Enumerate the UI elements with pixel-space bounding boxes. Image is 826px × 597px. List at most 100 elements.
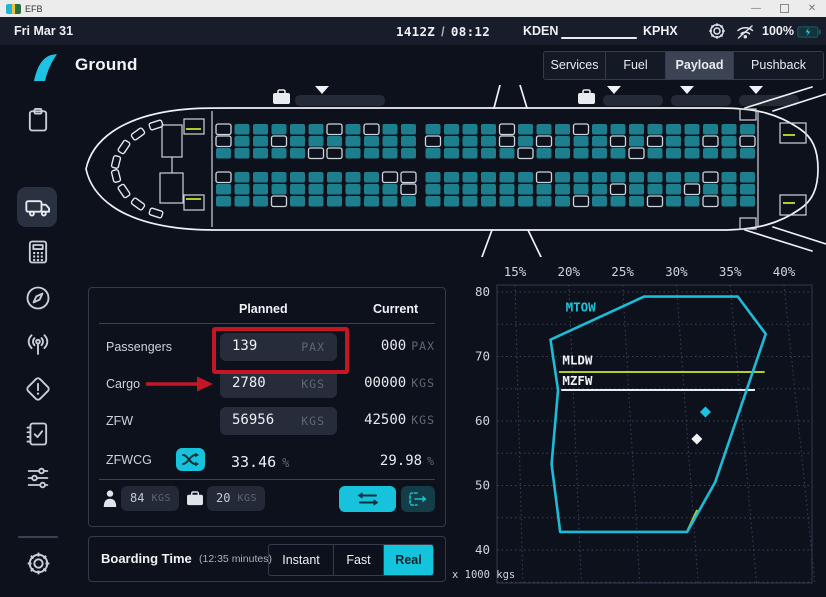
seat-occupied[interactable] (481, 172, 496, 183)
seat-occupied[interactable] (383, 124, 398, 135)
seat-occupied[interactable] (703, 184, 718, 195)
seat-occupied[interactable] (290, 172, 305, 183)
seat-occupied[interactable] (740, 184, 755, 195)
seat-empty[interactable] (703, 136, 718, 147)
seat-occupied[interactable] (500, 196, 515, 207)
seat-empty[interactable] (216, 124, 231, 135)
seat-occupied[interactable] (463, 196, 478, 207)
seat-occupied[interactable] (592, 184, 607, 195)
seat-occupied[interactable] (383, 148, 398, 159)
seat-occupied[interactable] (364, 172, 379, 183)
seat-occupied[interactable] (463, 172, 478, 183)
maximize-button[interactable] (770, 0, 798, 17)
seat-empty[interactable] (703, 196, 718, 207)
seat-occupied[interactable] (346, 124, 361, 135)
seat-occupied[interactable] (444, 136, 459, 147)
seat-occupied[interactable] (537, 184, 552, 195)
seat-occupied[interactable] (364, 196, 379, 207)
seat-occupied[interactable] (574, 172, 589, 183)
seat-occupied[interactable] (309, 172, 324, 183)
seat-occupied[interactable] (272, 124, 287, 135)
seat-occupied[interactable] (666, 184, 681, 195)
seat-occupied[interactable] (555, 172, 570, 183)
seat-occupied[interactable] (629, 124, 644, 135)
seat-occupied[interactable] (574, 148, 589, 159)
seat-occupied[interactable] (327, 172, 342, 183)
seat-occupied[interactable] (327, 184, 342, 195)
seat-occupied[interactable] (309, 136, 324, 147)
seat-occupied[interactable] (253, 124, 268, 135)
seat-occupied[interactable] (740, 148, 755, 159)
seat-occupied[interactable] (216, 196, 231, 207)
seat-occupied[interactable] (346, 172, 361, 183)
seat-occupied[interactable] (685, 196, 700, 207)
seat-occupied[interactable] (481, 136, 496, 147)
seat-occupied[interactable] (740, 196, 755, 207)
seat-occupied[interactable] (574, 184, 589, 195)
seat-occupied[interactable] (500, 148, 515, 159)
seat-occupied[interactable] (401, 136, 416, 147)
seat-empty[interactable] (426, 136, 441, 147)
seat-occupied[interactable] (592, 148, 607, 159)
seat-occupied[interactable] (537, 196, 552, 207)
seat-occupied[interactable] (537, 124, 552, 135)
seat-empty[interactable] (740, 136, 755, 147)
tab-fuel[interactable]: Fuel (606, 52, 666, 79)
seat-occupied[interactable] (629, 196, 644, 207)
seat-occupied[interactable] (346, 184, 361, 195)
seat-occupied[interactable] (346, 136, 361, 147)
seat-occupied[interactable] (740, 172, 755, 183)
seat-occupied[interactable] (444, 172, 459, 183)
seat-occupied[interactable] (444, 184, 459, 195)
cargo-planned-input[interactable]: 2780 KGS (220, 370, 337, 398)
seat-occupied[interactable] (592, 172, 607, 183)
seat-occupied[interactable] (253, 184, 268, 195)
sidebar-item-settings[interactable] (26, 551, 51, 581)
seat-occupied[interactable] (463, 148, 478, 159)
seat-occupied[interactable] (253, 196, 268, 207)
sidebar-item-options-sliders[interactable] (24, 464, 52, 492)
seat-empty[interactable] (685, 184, 700, 195)
seat-occupied[interactable] (327, 196, 342, 207)
seat-occupied[interactable] (383, 196, 398, 207)
seat-occupied[interactable] (592, 136, 607, 147)
boarding-mode-fast[interactable]: Fast (334, 545, 384, 575)
seat-occupied[interactable] (346, 196, 361, 207)
seat-occupied[interactable] (722, 172, 737, 183)
seat-occupied[interactable] (327, 136, 342, 147)
seat-empty[interactable] (216, 136, 231, 147)
seat-occupied[interactable] (648, 124, 663, 135)
seat-occupied[interactable] (309, 196, 324, 207)
seat-occupied[interactable] (290, 148, 305, 159)
seat-empty[interactable] (500, 136, 515, 147)
seat-occupied[interactable] (722, 196, 737, 207)
seat-occupied[interactable] (518, 196, 533, 207)
seat-occupied[interactable] (463, 136, 478, 147)
seat-occupied[interactable] (216, 148, 231, 159)
seat-occupied[interactable] (611, 172, 626, 183)
seat-occupied[interactable] (537, 148, 552, 159)
seat-occupied[interactable] (253, 136, 268, 147)
seat-occupied[interactable] (555, 196, 570, 207)
seat-empty[interactable] (629, 148, 644, 159)
seat-occupied[interactable] (666, 124, 681, 135)
seat-occupied[interactable] (574, 136, 589, 147)
seat-occupied[interactable] (500, 172, 515, 183)
seat-occupied[interactable] (518, 172, 533, 183)
pax-weight-input[interactable]: 84 KGS (121, 486, 179, 511)
seat-occupied[interactable] (426, 172, 441, 183)
seat-occupied[interactable] (518, 184, 533, 195)
minimize-button[interactable]: — (742, 0, 770, 17)
seat-occupied[interactable] (740, 124, 755, 135)
seat-occupied[interactable] (253, 148, 268, 159)
close-button[interactable]: ✕ (798, 0, 826, 17)
seat-occupied[interactable] (629, 184, 644, 195)
seat-occupied[interactable] (611, 124, 626, 135)
seat-occupied[interactable] (426, 124, 441, 135)
seat-occupied[interactable] (555, 136, 570, 147)
tab-payload[interactable]: Payload (666, 52, 734, 79)
seat-occupied[interactable] (401, 124, 416, 135)
seat-occupied[interactable] (383, 184, 398, 195)
seat-occupied[interactable] (444, 196, 459, 207)
seat-occupied[interactable] (703, 124, 718, 135)
